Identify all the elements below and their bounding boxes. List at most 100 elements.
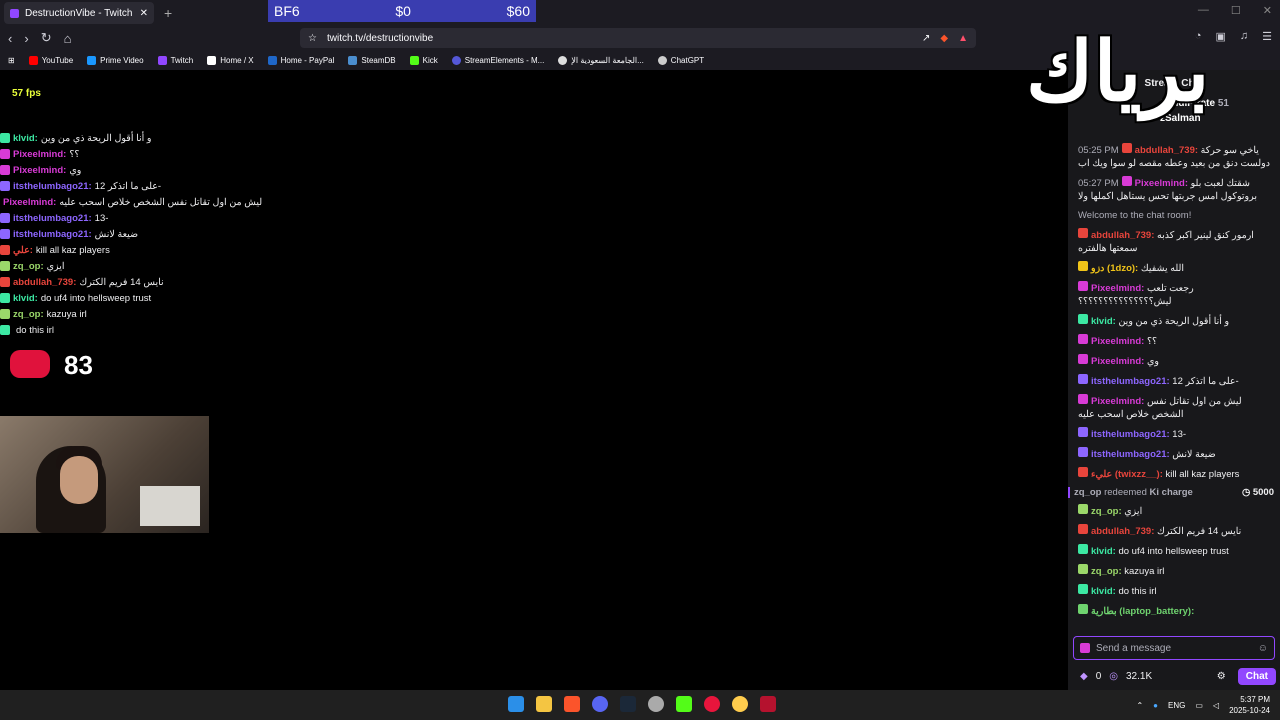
- chat-username[interactable]: Pixeelmind:: [1091, 283, 1147, 294]
- volume-icon[interactable]: ◁: [1213, 701, 1219, 710]
- chat-username[interactable]: Pixeelmind:: [1135, 178, 1191, 189]
- chat-message[interactable]: abdullah_739: ارمور كنق لينير اكبر كذبه …: [1078, 228, 1274, 255]
- chat-message[interactable]: klvid: و أنا أقول الريحة ذي من وين: [1078, 314, 1274, 328]
- chat-system-message[interactable]: Welcome to the chat room!: [1078, 209, 1274, 222]
- bookmark-chatgpt[interactable]: ChatGPT: [657, 55, 704, 65]
- bookmark-x[interactable]: Home / X: [207, 55, 254, 65]
- bookmark-paypal[interactable]: Home - PayPal: [267, 55, 334, 65]
- back-icon[interactable]: ‹: [8, 31, 12, 46]
- media-icon[interactable]: ♫: [1240, 30, 1248, 43]
- redeem-username[interactable]: zq_op: [1074, 487, 1101, 498]
- chat-input-placeholder[interactable]: Send a message: [1096, 643, 1252, 654]
- emote-icon[interactable]: ☺: [1258, 643, 1268, 654]
- chat-message[interactable]: klvid: do uf4 into hellsweep trust: [1078, 544, 1274, 558]
- menu-icon[interactable]: ☰: [1262, 30, 1272, 43]
- chat-username[interactable]: klvid:: [1091, 586, 1118, 597]
- start-icon[interactable]: [508, 696, 524, 712]
- chat-text: 13-: [1172, 429, 1187, 440]
- bookmark-kick[interactable]: Kick: [409, 55, 438, 65]
- rewards-icon[interactable]: ▲: [958, 33, 968, 44]
- brave-icon[interactable]: [564, 696, 580, 712]
- chat-message[interactable]: zq_op: kazuya irl: [1078, 564, 1274, 578]
- bookmark-youtube[interactable]: YouTube: [28, 55, 73, 65]
- bookmark-star-icon[interactable]: ☆: [308, 33, 317, 44]
- chat-message[interactable]: Pixeelmind: وي: [1078, 354, 1274, 368]
- chat-username[interactable]: abdullah_739:: [1135, 145, 1201, 156]
- brave-shield-icon[interactable]: ◆: [940, 33, 948, 44]
- tab-bar: DestructionVibe - Twitch ✕ +: [0, 0, 1280, 26]
- chat-input[interactable]: Send a message ☺: [1073, 636, 1275, 660]
- chat-message[interactable]: 05:27 PM Pixeelmind: شقتك لعبت بلو بروتوك…: [1078, 176, 1274, 203]
- chat-message[interactable]: Pixeelmind: ليش من اول تقاتل نفس الشخص خ…: [1078, 394, 1274, 421]
- apps-icon[interactable]: ⊞: [8, 56, 15, 65]
- chat-message[interactable]: Pixeelmind: ؟؟: [1078, 334, 1274, 348]
- overlay-chat-text: ايزي: [46, 260, 65, 272]
- chat-username[interactable]: Pixeelmind:: [1091, 336, 1147, 347]
- share-icon[interactable]: ↗: [922, 33, 930, 44]
- mic-icon[interactable]: ●: [1153, 701, 1158, 710]
- chat-message[interactable]: zq_op: ايزي: [1078, 504, 1274, 518]
- bookmark-twitch[interactable]: Twitch: [157, 55, 193, 65]
- overlay-chat-username: Pixeelmind:: [13, 164, 67, 176]
- bookmark-streamelements[interactable]: StreamElements - M...: [451, 55, 544, 65]
- chat-username[interactable]: abdullah_739:: [1091, 526, 1157, 537]
- file-explorer-icon[interactable]: [536, 696, 552, 712]
- chat-username[interactable]: دزو (1dzo):: [1091, 263, 1141, 274]
- browser-tab[interactable]: DestructionVibe - Twitch ✕: [4, 2, 154, 24]
- chat-message[interactable]: itsthelumbago21: 13-: [1078, 427, 1274, 441]
- ad-banner[interactable]: BF6 $0 $60: [268, 0, 536, 22]
- discord-icon[interactable]: [592, 696, 608, 712]
- chat-message[interactable]: دزو (1dzo): الله يشفيك: [1078, 261, 1274, 275]
- chat-username[interactable]: klvid:: [1091, 316, 1118, 327]
- maximize-icon[interactable]: ☐: [1231, 4, 1241, 17]
- chat-username[interactable]: بطارية (laptop_battery):: [1091, 606, 1194, 617]
- chat-message[interactable]: عليء (twixzz__): kill all kaz players: [1078, 467, 1274, 481]
- chat-message[interactable]: 05:25 PM abdullah_739: ياخي سو حركة دولست…: [1078, 143, 1274, 170]
- language-indicator[interactable]: ENG: [1168, 701, 1185, 710]
- clock[interactable]: 5:37 PM 2025-10-24: [1229, 694, 1270, 716]
- kick-icon[interactable]: [676, 696, 692, 712]
- address-bar[interactable]: ☆ twitch.tv/destructionvibe ↗ ◆ ▲: [300, 28, 976, 48]
- streamer-face: [60, 456, 98, 504]
- chat-username[interactable]: itsthelumbago21:: [1091, 376, 1172, 387]
- home-icon[interactable]: ⌂: [64, 31, 72, 46]
- chat-message[interactable]: بطارية (laptop_battery):: [1078, 604, 1274, 618]
- close-tab-icon[interactable]: ✕: [140, 8, 148, 19]
- close-window-icon[interactable]: ✕: [1263, 4, 1272, 17]
- chat-message[interactable]: itsthelumbago21: على ما اتذكر 12-: [1078, 374, 1274, 388]
- url-text[interactable]: twitch.tv/destructionvibe: [327, 33, 912, 44]
- chat-username[interactable]: عليء (twixzz__):: [1091, 469, 1166, 480]
- chat-message[interactable]: Pixeelmind: رجعت تلعب ليش؟؟؟؟؟؟؟؟؟؟؟؟؟؟؟: [1078, 281, 1274, 308]
- steam-icon[interactable]: [620, 696, 636, 712]
- bits-icon[interactable]: ◆: [1080, 671, 1088, 682]
- chat-username[interactable]: Pixeelmind:: [1091, 396, 1147, 407]
- bookmark-university[interactable]: الجامعة السعودية الإ...: [558, 55, 644, 65]
- channel-points-icon[interactable]: ◎: [1109, 671, 1118, 682]
- chat-text: do this irl: [1118, 586, 1157, 597]
- chat-username[interactable]: abdullah_739:: [1091, 230, 1157, 241]
- chat-message[interactable]: itsthelumbago21: ضيعة لانش: [1078, 447, 1274, 461]
- reload-icon[interactable]: ↻: [41, 30, 52, 46]
- chat-username[interactable]: klvid:: [1091, 546, 1118, 557]
- chat-username[interactable]: itsthelumbago21:: [1091, 429, 1172, 440]
- chat-username[interactable]: zq_op:: [1091, 506, 1124, 517]
- media-player-icon[interactable]: [704, 696, 720, 712]
- chat-username[interactable]: itsthelumbago21:: [1091, 449, 1172, 460]
- forward-icon[interactable]: ›: [24, 31, 28, 46]
- minimize-icon[interactable]: —: [1198, 4, 1209, 17]
- game-icon[interactable]: [732, 696, 748, 712]
- chevron-up-icon[interactable]: ⌃: [1136, 701, 1143, 710]
- chat-button[interactable]: Chat: [1237, 667, 1276, 685]
- obs-icon[interactable]: [760, 696, 776, 712]
- chat-message[interactable]: abdullah_739: نايس 14 فريم الكترك: [1078, 524, 1274, 538]
- wallet-icon[interactable]: ▣: [1215, 30, 1225, 43]
- network-icon[interactable]: ▭: [1195, 701, 1203, 710]
- settings-icon[interactable]: ⚙: [1217, 671, 1226, 682]
- chat-message[interactable]: klvid: do this irl: [1078, 584, 1274, 598]
- new-tab-button[interactable]: +: [164, 5, 172, 21]
- chat-username[interactable]: zq_op:: [1091, 566, 1124, 577]
- bookmark-steamdb[interactable]: SteamDB: [348, 55, 396, 65]
- chat-username[interactable]: Pixeelmind:: [1091, 356, 1147, 367]
- app-icon[interactable]: [648, 696, 664, 712]
- bookmark-prime-video[interactable]: Prime Video: [87, 55, 144, 65]
